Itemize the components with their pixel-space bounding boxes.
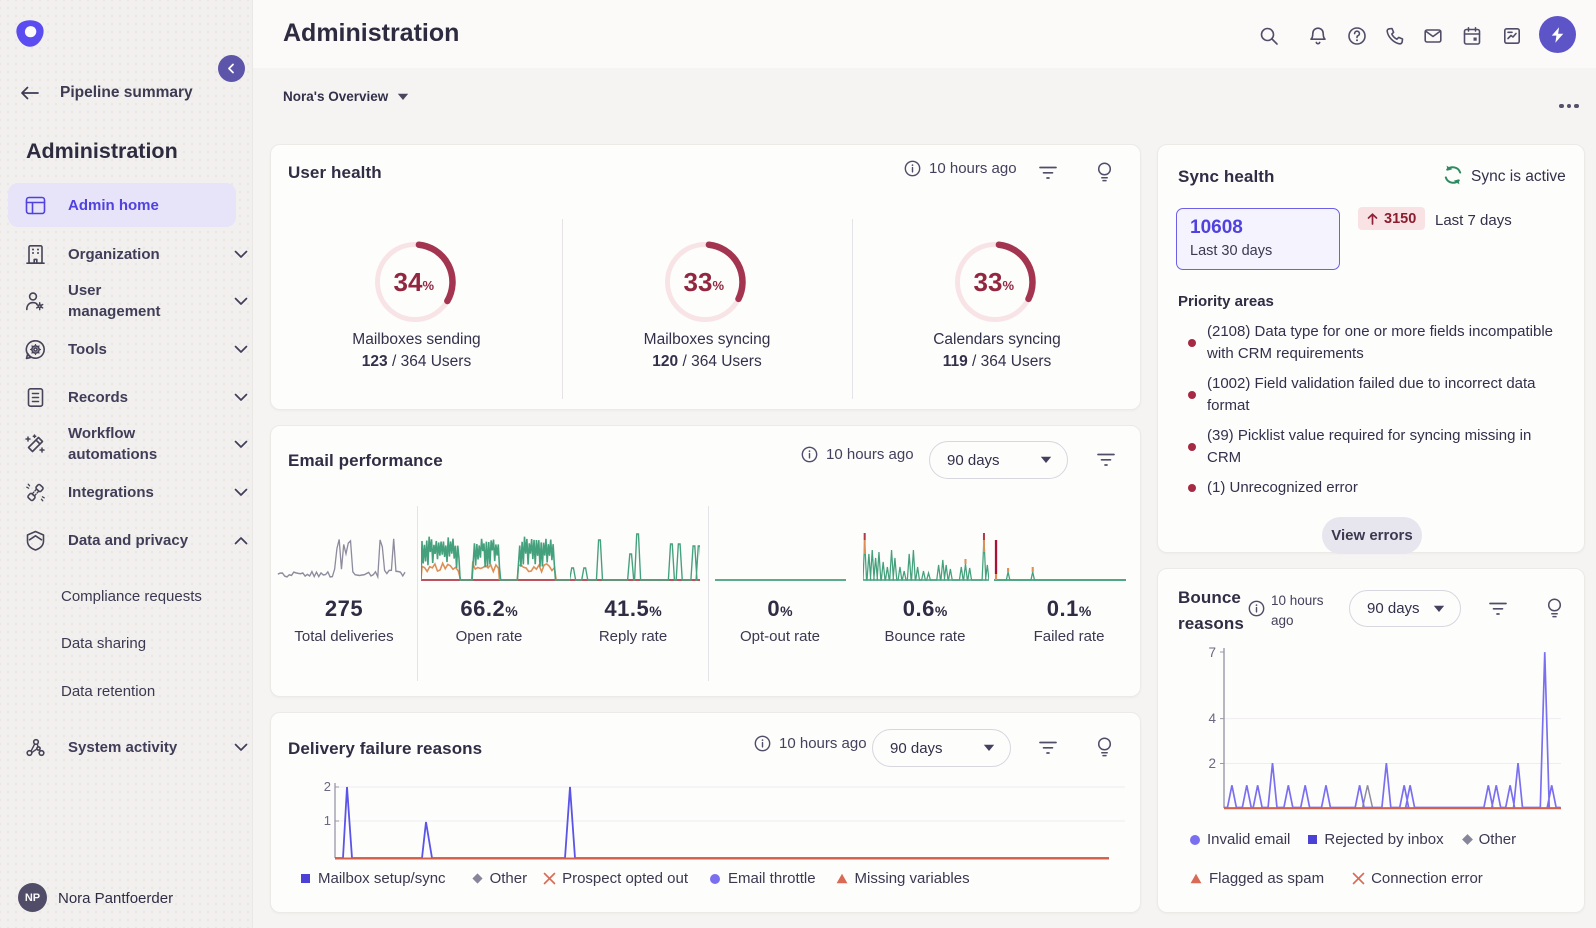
svg-text:33: 33 [684, 267, 713, 297]
svg-text:4: 4 [1208, 711, 1216, 726]
svg-text:%: % [423, 278, 435, 293]
svg-text:7: 7 [1208, 645, 1216, 660]
svg-text:1: 1 [324, 813, 331, 828]
svg-text:%: % [713, 278, 725, 293]
svg-text:34: 34 [394, 267, 423, 297]
svg-text:%: % [1003, 278, 1015, 293]
svg-text:2: 2 [1208, 756, 1216, 771]
svg-text:2: 2 [324, 779, 331, 794]
svg-text:33: 33 [974, 267, 1003, 297]
